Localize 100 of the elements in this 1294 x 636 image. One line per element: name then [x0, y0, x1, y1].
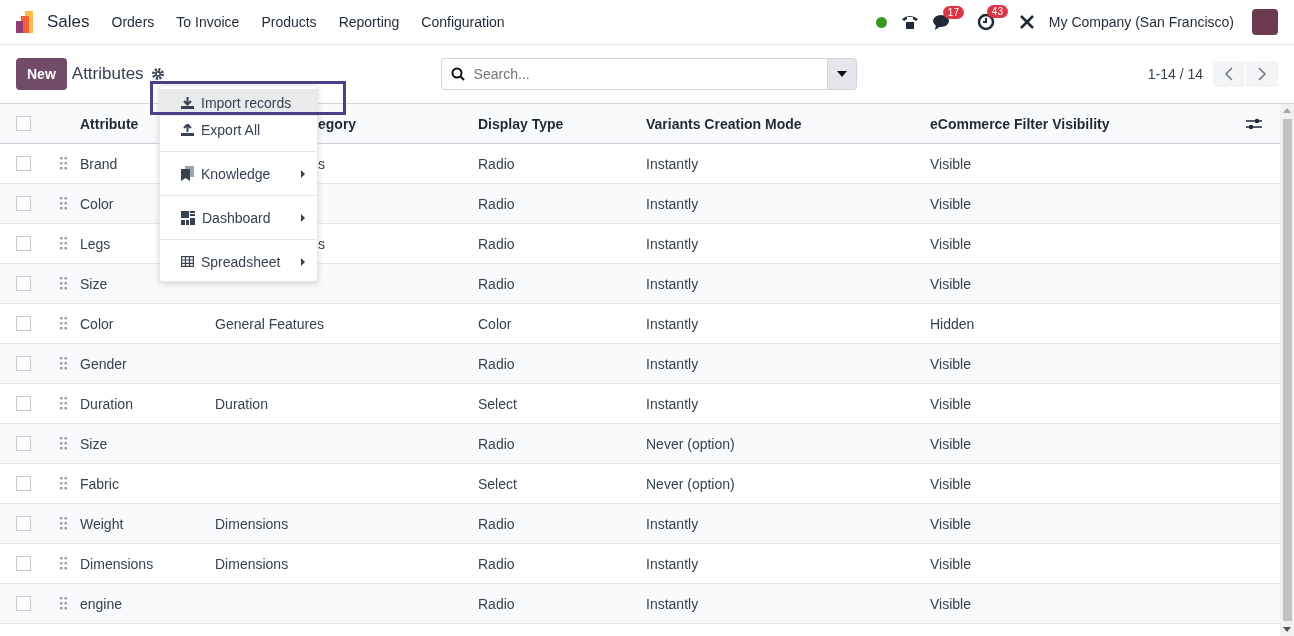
sliders-icon[interactable] [1246, 116, 1262, 131]
table-cell: Never (option) [646, 435, 735, 452]
table-cell: Fabric [80, 475, 119, 492]
table-cell: Visible [930, 275, 971, 292]
table-cell: Visible [930, 235, 971, 252]
table-cell: Instantly [646, 235, 699, 252]
drag-handle-icon[interactable] [60, 517, 67, 530]
drag-handle-icon[interactable] [60, 557, 67, 570]
row-checkbox[interactable] [16, 396, 31, 411]
menu-item[interactable]: Dashboard [160, 204, 317, 231]
table-cell: s [318, 235, 325, 252]
table-cell: Visible [930, 195, 971, 212]
chevron-right-icon [1258, 67, 1266, 81]
drag-handle-icon[interactable] [60, 437, 67, 450]
column-header[interactable]: Display Type [478, 115, 564, 132]
table-cell: Visible [930, 515, 971, 532]
column-header[interactable]: Variants Creation Mode [646, 115, 802, 132]
table-cell: Instantly [646, 515, 699, 532]
drag-handle-icon[interactable] [60, 277, 67, 290]
table-cell: Radio [478, 435, 515, 452]
download-icon [181, 96, 194, 109]
drag-handle-icon[interactable] [60, 157, 67, 170]
table-cell: Visible [930, 595, 971, 612]
caret-icon [836, 71, 847, 77]
pager-value[interactable]: 1-14 / 14 [1147, 66, 1203, 82]
nav-menu-item[interactable]: Orders [111, 14, 155, 30]
drag-handle-icon[interactable] [60, 197, 67, 210]
row-checkbox[interactable] [16, 196, 31, 211]
drag-handle-icon[interactable] [60, 397, 67, 410]
table-cell: Hidden [930, 315, 975, 332]
row-checkbox[interactable] [16, 236, 31, 251]
column-header[interactable]: egory [318, 115, 357, 132]
new-button[interactable]: New [16, 58, 67, 90]
row-checkbox[interactable] [16, 436, 31, 451]
message-count-badge: 17 [942, 6, 964, 19]
table-cell: Instantly [646, 395, 699, 412]
bookmark-icon [181, 166, 194, 181]
submenu-arrow-icon [301, 169, 305, 178]
row-checkbox[interactable] [16, 596, 31, 611]
scroll-down-icon[interactable] [1283, 627, 1291, 632]
phone-icon[interactable] [900, 14, 919, 30]
table-cell: Radio [478, 275, 515, 292]
next-button[interactable] [1246, 61, 1278, 87]
row-checkbox[interactable] [16, 156, 31, 171]
row-checkbox[interactable] [16, 476, 31, 491]
previous-button[interactable] [1213, 61, 1245, 87]
table-cell: Radio [478, 515, 515, 532]
table-cell: Select [478, 395, 517, 412]
table-cell: Color [80, 195, 114, 212]
table-cell: engine [80, 595, 123, 612]
nav-menu-item[interactable]: To Invoice [176, 14, 240, 30]
table-cell: Radio [478, 355, 515, 372]
drag-handle-icon[interactable] [60, 477, 67, 490]
table-cell: Radio [478, 195, 515, 212]
nav-menu-item[interactable]: Reporting [338, 14, 400, 30]
user-avatar[interactable] [1252, 9, 1278, 35]
row-checkbox[interactable] [16, 356, 31, 371]
page-title: Attributes [71, 64, 144, 84]
table-cell: Duration [80, 395, 133, 412]
select-all-checkbox[interactable] [16, 116, 31, 131]
settings-icon[interactable] [150, 67, 165, 81]
submenu-arrow-icon [301, 257, 305, 266]
table-cell: Size [80, 275, 108, 292]
table-cell: Instantly [646, 195, 699, 212]
table-cell: Instantly [646, 555, 699, 572]
clock-icon[interactable] [976, 13, 995, 31]
search-field[interactable]: Search... [440, 58, 827, 90]
app-name[interactable]: Sales [47, 12, 90, 32]
search-options-toggle[interactable] [826, 58, 857, 90]
drag-handle-icon[interactable] [60, 597, 67, 610]
nav-menu-item[interactable]: Configuration [421, 14, 505, 30]
drag-handle-icon[interactable] [60, 237, 67, 250]
column-header[interactable]: eCommerce Filter Visibility [930, 115, 1110, 132]
menu-item[interactable]: Knowledge [160, 160, 317, 187]
nav-menu-item[interactable]: Products [261, 14, 317, 30]
scroll-up-icon[interactable] [1283, 108, 1291, 113]
row-checkbox[interactable] [16, 276, 31, 291]
table-cell: s [318, 155, 325, 172]
table-cell: Select [478, 475, 517, 492]
table-cell: Visible [930, 395, 971, 412]
row-checkbox[interactable] [16, 516, 31, 531]
table-cell: Gender [80, 355, 127, 372]
table-cell: Color [478, 315, 512, 332]
menu-item[interactable]: Spreadsheet [160, 248, 317, 275]
row-checkbox[interactable] [16, 556, 31, 571]
table-cell: Dimensions [215, 515, 289, 532]
status-dot-icon [875, 16, 887, 28]
table-cell: Radio [478, 595, 515, 612]
drag-handle-icon[interactable] [60, 317, 67, 330]
menu-item[interactable]: Import records [160, 89, 317, 116]
company-switcher[interactable]: My Company (San Francisco) [1048, 14, 1234, 30]
drag-handle-icon[interactable] [60, 357, 67, 370]
column-header[interactable]: Attribute [80, 115, 139, 132]
menu-item[interactable]: Export All [160, 116, 317, 143]
table-cell: Legs [80, 235, 111, 252]
table-cell: Visible [930, 555, 971, 572]
table-cell: Instantly [646, 155, 699, 172]
row-checkbox[interactable] [16, 316, 31, 331]
vertical-scrollbar[interactable] [1280, 104, 1294, 636]
dashboard-icon [181, 210, 195, 225]
